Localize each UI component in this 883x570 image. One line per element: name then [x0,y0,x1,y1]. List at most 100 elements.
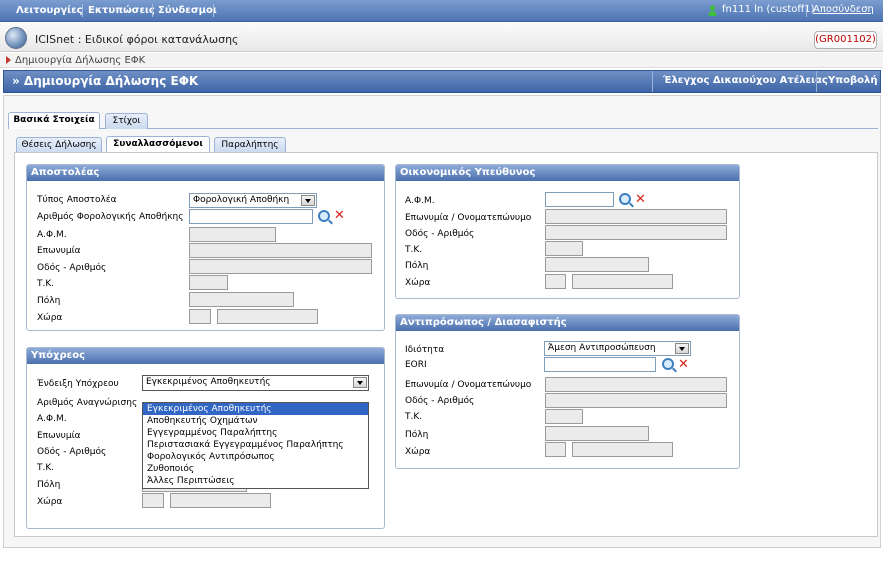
sender-name-label: Επωνυμία [37,246,81,256]
representative-name-field [545,377,727,392]
obligor-id-label: Αριθμός Αναγνώρισης [37,398,138,408]
sender-afm-field [189,227,276,242]
toolbar-divider [652,71,653,92]
check-exemption-button[interactable]: Έλεγχος Δικαιούχου Ατέλειας [663,75,828,86]
obligor-panel-title: Υπόχρεος [27,348,384,364]
menu-divider [806,4,807,17]
obligor-country-name-field [170,493,271,508]
menu-functions[interactable]: Λειτουργίες [16,5,83,16]
eori-input[interactable] [544,357,656,372]
obligor-country-label: Χώρα [37,497,63,507]
search-icon[interactable] [318,210,330,222]
representative-street-field [545,393,727,408]
chevron-down-icon[interactable] [675,343,689,354]
dropdown-option[interactable]: Άλλες Περιπτώσεις [143,475,368,487]
menu-links[interactable]: Σύνδεσμοι [158,5,217,16]
sender-panel-title: Αποστολέας [27,165,384,181]
obligor-indication-select[interactable]: Εγκεκριμένος Αποθηκευτής [142,375,369,391]
representative-capacity-value: Άμεση Αντιπροσώπευση [548,343,656,353]
dropdown-option[interactable]: Ζυθοποιός [143,463,368,475]
sender-type-value: Φορολογική Αποθήκη [193,195,290,205]
toolbar-divider [816,71,817,92]
breadcrumb-arrow-icon [6,56,11,64]
representative-city-field [545,426,649,441]
dropdown-option[interactable]: Εγγεγραμμένος Παραλήπτης [143,427,368,439]
page-title: » Δημιουργία Δήλωσης ΕΦΚ [12,74,199,88]
representative-street-label: Οδός - Αριθμός [405,396,475,406]
representative-country-name-field [572,442,673,457]
financial-country-label: Χώρα [405,278,431,288]
obligor-indication-value: Εγκεκριμένος Αποθηκευτής [146,377,271,387]
dropdown-option[interactable]: Εγκεκριμένος Αποθηκευτής [143,403,368,415]
menu-divider [152,4,153,17]
user-name: fn111 ln (custoff1) [722,4,815,15]
financial-street-label: Οδός - Αριθμός [405,229,475,239]
representative-panel-title: Αντιπρόσωπος / Διασαφιστής [396,315,739,331]
financial-country-name-field [572,274,673,289]
sender-country-label: Χώρα [37,313,63,323]
chevron-down-icon[interactable] [353,377,367,388]
representative-name-label: Επωνυμία / Ονοματεπώνυμο [405,380,532,390]
financial-city-field [545,257,649,272]
obligor-indication-label: Ένδειξη Υπόχρεου [37,379,119,389]
financial-afm-label: Α.Φ.Μ. [405,196,435,206]
warehouse-number-label: Αριθμός Φορολογικής Αποθήκης [37,212,184,222]
tab-declaration-positions[interactable]: Θέσεις Δήλωσης [16,137,102,153]
financial-afm-input[interactable] [545,192,614,207]
sender-tk-label: Τ.Κ. [37,279,55,289]
globe-logo-icon [5,27,27,49]
tab-lines[interactable]: Στίχοι [105,113,148,129]
dropdown-option[interactable]: Φορολογικός Αντιπρόσωπος [143,451,368,463]
sender-type-select[interactable]: Φορολογική Αποθήκη [189,193,317,208]
eori-label: EORI [405,360,427,370]
representative-country-code-field [545,442,566,457]
sender-city-label: Πόλη [37,296,61,306]
financial-name-field [545,209,727,224]
chevron-down-icon[interactable] [301,195,315,206]
representative-city-label: Πόλη [405,430,429,440]
financial-country-code-field [545,274,566,289]
representative-capacity-select[interactable]: Άμεση Αντιπροσώπευση [544,341,691,356]
breadcrumb[interactable]: Δημιουργία Δήλωσης ΕΦΚ [15,55,145,66]
sender-name-field [189,243,372,258]
sender-country-name-field [217,309,318,324]
obligor-city-label: Πόλη [37,480,61,490]
warehouse-number-input[interactable] [189,209,313,224]
representative-tk-field [545,409,583,424]
obligor-indication-dropdown: Εγκεκριμένος Αποθηκευτής Αποθηκευτής Οχη… [142,402,369,489]
tab-consignee[interactable]: Παραλήπτης [214,137,286,153]
tab-basic-info[interactable]: Βασικά Στοιχεία [8,112,100,129]
sender-street-label: Οδός - Αριθμός [37,263,107,273]
financial-panel-title: Οικονομικός Υπεύθυνος [396,165,739,181]
dropdown-option[interactable]: Περιστασιακά Εγγεγραμμένος Παραλήπτης [143,439,368,451]
tab-traders[interactable]: Συναλλασσόμενοι [106,136,210,153]
office-code-badge: (GR001102) [814,31,877,49]
search-icon[interactable] [619,193,631,205]
sender-city-field [189,292,294,307]
submit-button[interactable]: Υποβολή [828,75,878,86]
obligor-name-label: Επωνυμία [37,431,81,441]
sender-street-field [189,259,372,274]
sender-afm-label: Α.Φ.Μ. [37,230,67,240]
menu-divider [82,4,83,17]
clear-icon[interactable]: ✕ [635,193,646,206]
financial-tk-label: Τ.Κ. [405,245,423,255]
obligor-afm-label: Α.Φ.Μ. [37,414,67,424]
sender-type-label: Τύπος Αποστολέα [37,195,117,205]
clear-icon[interactable]: ✕ [678,358,689,371]
logout-link[interactable]: Αποσύνδεση [813,4,874,15]
dropdown-option[interactable]: Αποθηκευτής Οχημάτων [143,415,368,427]
representative-country-label: Χώρα [405,447,431,457]
clear-icon[interactable]: ✕ [334,209,345,222]
obligor-street-label: Οδός - Αριθμός [37,447,107,457]
menu-divider [213,4,214,17]
financial-name-label: Επωνυμία / Ονοματεπώνυμο [405,213,532,223]
financial-tk-field [545,241,583,256]
menu-prints[interactable]: Εκτυπώσεις [88,5,155,16]
representative-capacity-label: Ιδιότητα [405,345,445,355]
obligor-tk-label: Τ.Κ. [37,463,55,473]
user-icon [708,5,717,16]
app-title: ICISnet : Ειδικοί φόροι κατανάλωσης [35,33,239,46]
financial-city-label: Πόλη [405,261,429,271]
search-icon[interactable] [662,358,674,370]
